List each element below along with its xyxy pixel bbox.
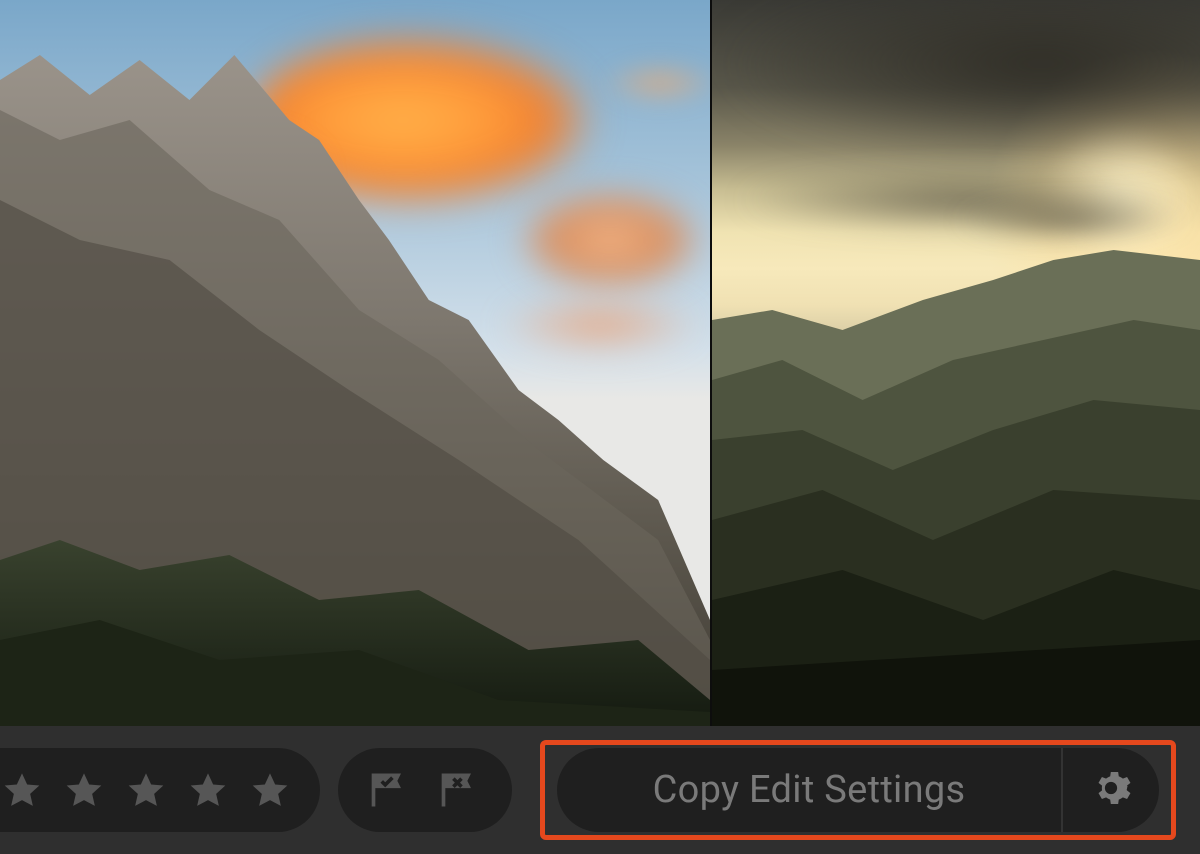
star-2[interactable] (62, 768, 106, 812)
compare-viewer (0, 0, 1200, 726)
photo-preview-right[interactable] (712, 0, 1200, 726)
photo-preview-left[interactable] (0, 0, 712, 726)
star-rating (0, 748, 320, 832)
star-3[interactable] (124, 768, 168, 812)
copy-settings-group: Copy Edit Settings (557, 748, 1159, 832)
flag-controls (338, 748, 512, 832)
copy-settings-options-button[interactable] (1063, 748, 1159, 832)
gear-icon (1090, 767, 1132, 813)
bottom-toolbar: Copy Edit Settings (0, 726, 1200, 854)
flag-reject-icon[interactable] (436, 766, 484, 814)
copy-settings-highlight: Copy Edit Settings (540, 740, 1176, 840)
flag-pick-icon[interactable] (366, 766, 414, 814)
star-4[interactable] (186, 768, 230, 812)
star-5[interactable] (248, 768, 292, 812)
copy-edit-settings-button[interactable]: Copy Edit Settings (557, 748, 1063, 832)
star-1[interactable] (0, 768, 44, 812)
